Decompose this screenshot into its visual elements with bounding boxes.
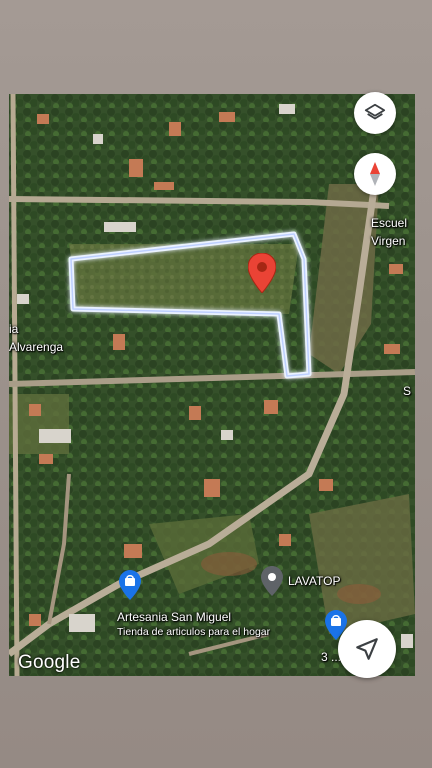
shopping-bag-poi-icon[interactable]	[119, 570, 141, 600]
compass-button[interactable]	[354, 153, 396, 195]
artesania-category-label: Tienda de articulos para el hogar	[117, 626, 271, 638]
navigation-arrow-icon	[356, 638, 378, 660]
lavatop-label[interactable]: LAVATOP	[288, 574, 340, 588]
compass-icon	[370, 162, 380, 186]
alvarenga-label-line1: ia	[9, 322, 19, 336]
layers-button[interactable]	[354, 92, 396, 134]
escuela-label-line1: Escuel	[371, 216, 408, 230]
layers-icon	[364, 103, 386, 120]
satellite-map[interactable]: Escuel Virgen ia Alvarenga S Artesania S…	[9, 94, 415, 676]
escuela-label-line2: Virgen	[371, 234, 406, 248]
place-poi-icon[interactable]	[261, 566, 283, 596]
satellite-imagery	[9, 94, 415, 676]
location-pin-icon[interactable]	[248, 253, 276, 293]
alvarenga-label-line2: Alvarenga	[9, 340, 64, 354]
google-logo: Google	[18, 652, 81, 673]
edge-label-s: S	[403, 384, 412, 398]
artesania-name-label[interactable]: Artesania San Miguel	[117, 610, 231, 624]
my-location-button[interactable]	[338, 620, 396, 678]
